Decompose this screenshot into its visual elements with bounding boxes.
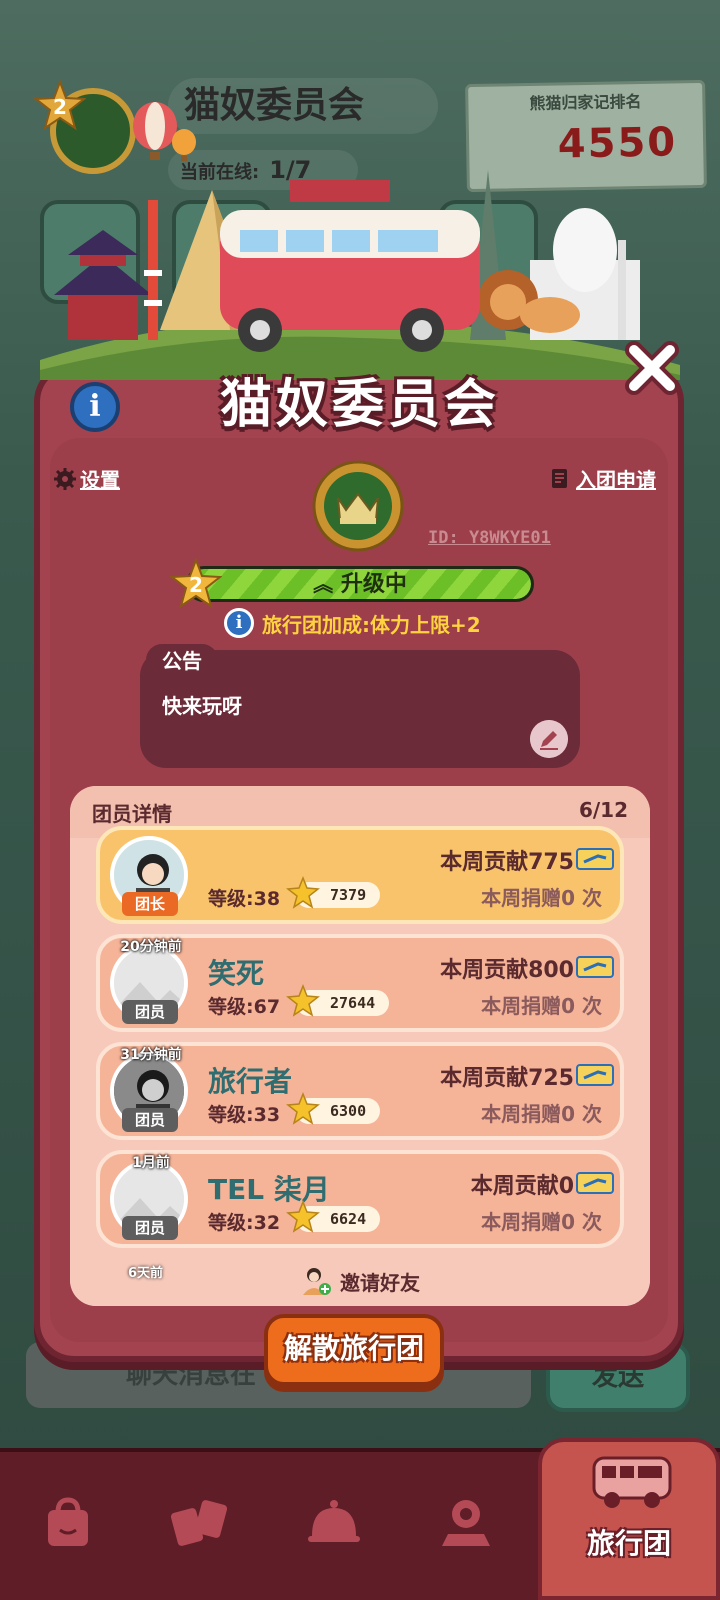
- weekly-contribution: 本周贡献725: [440, 1066, 574, 1091]
- weekly-donation: 本周捐赠0 次: [481, 886, 602, 910]
- weekly-contribution: 本周贡献775: [440, 850, 574, 875]
- ticket-icon: [576, 956, 614, 978]
- weekly-donation: 本周捐赠0 次: [481, 1210, 602, 1234]
- gear-icon: [54, 467, 76, 490]
- star-icon: [286, 1092, 320, 1125]
- bus-illustration: [220, 180, 480, 352]
- partial-last-seen: 6天前: [128, 1266, 164, 1281]
- bg-level-text: 2: [53, 95, 67, 119]
- nav-travel-team-label: 旅行团: [586, 1527, 671, 1560]
- team-bonus-text: 旅行团加成:体力上限+2: [262, 612, 481, 637]
- announcement-title: 公告: [146, 644, 218, 678]
- document-icon: [552, 468, 567, 488]
- level-up-chevron-icon: ︽: [313, 572, 334, 596]
- member-name: 旅行者: [208, 1065, 293, 1098]
- member-level: 等级:32: [208, 1212, 281, 1234]
- nav-travel-team[interactable]: 旅行团: [538, 1438, 720, 1600]
- level-status: ︽ 升级中: [189, 569, 531, 599]
- level-progress-bar: ︽ 升级中: [186, 566, 534, 602]
- info-icon[interactable]: i: [224, 608, 254, 638]
- pagoda-icon: [54, 230, 152, 340]
- bus-icon: [592, 1456, 672, 1508]
- join-requests-link[interactable]: 入团申请: [550, 464, 656, 493]
- travel-scene-illustration: [40, 170, 680, 380]
- member-name: 笑死: [208, 957, 265, 990]
- shop-bag-icon: [48, 1497, 88, 1546]
- star-icon: [286, 984, 320, 1017]
- announcement-panel: 公告 快来玩呀: [140, 644, 580, 768]
- star-icon: [286, 1200, 320, 1233]
- members-count: 6/12: [578, 798, 628, 822]
- member-row[interactable]: 1月前 团员 TEL 柒月 等级:32 6624 本周贡献0 本周捐赠0 次: [96, 1150, 624, 1248]
- map-icon: [442, 1500, 490, 1546]
- info-icon: i: [89, 389, 101, 424]
- nav-map[interactable]: [416, 1472, 516, 1572]
- last-seen: 31分钟前: [120, 1047, 182, 1063]
- announcement-text: 快来玩呀: [162, 694, 242, 718]
- team-id: ID: Y8WKYE01: [428, 528, 551, 548]
- info-button[interactable]: i: [70, 382, 120, 432]
- ticket-icon: [576, 1172, 614, 1194]
- level-status-text: 升级中: [340, 572, 407, 597]
- weekly-contribution: 本周贡献0: [470, 1174, 574, 1199]
- close-icon[interactable]: [622, 338, 682, 398]
- role-badge: 团员: [122, 1000, 178, 1024]
- settings-link[interactable]: 设置: [54, 464, 120, 493]
- member-row[interactable]: 31分钟前 团员 旅行者 等级:33 6300 本周贡献725 本周捐赠0 次: [96, 1042, 624, 1140]
- weekly-donation: 本周捐赠0 次: [481, 994, 602, 1018]
- level-star-badge: 2: [34, 80, 86, 131]
- member-level: 等级:33: [208, 1104, 281, 1126]
- ticket-icon: [576, 1064, 614, 1086]
- join-requests-label: 入团申请: [576, 468, 656, 492]
- crown-crest-icon: [312, 460, 404, 552]
- member-row[interactable]: 团长 等级:38 7379 本周贡献775 本周捐赠0 次: [96, 826, 624, 924]
- star-icon: [286, 876, 320, 909]
- member-row[interactable]: 20分钟前 团员 笑死 等级:67 27644 本周贡献800 本周捐赠0 次: [96, 934, 624, 1032]
- disband-team-button[interactable]: 解散旅行团: [264, 1314, 444, 1386]
- hot-air-balloon-icon: [133, 102, 196, 161]
- cards-icon: [170, 1500, 228, 1546]
- last-seen: 20分钟前: [120, 939, 182, 955]
- members-title: 团员详情: [92, 802, 172, 826]
- weekly-contribution: 本周贡献800: [440, 958, 574, 983]
- nav-shop[interactable]: [18, 1472, 118, 1572]
- weekly-donation: 本周捐赠0 次: [481, 1102, 602, 1126]
- nav-cards[interactable]: [150, 1472, 250, 1572]
- role-badge: 团员: [122, 1216, 178, 1240]
- bg-team-title: 猫奴委员会: [168, 78, 438, 134]
- tower-icon: [144, 200, 162, 340]
- last-seen: 1月前: [132, 1155, 170, 1171]
- invite-friends-label: 邀请好友: [340, 1270, 420, 1295]
- settings-label: 设置: [80, 468, 120, 492]
- add-friend-icon: [303, 1268, 331, 1295]
- team-bonus: i 旅行团加成:体力上限+2: [224, 608, 481, 638]
- members-panel[interactable]: 团员详情 6/12 团长 等级:38 7379 本周贡献775 本周捐赠0 次: [70, 786, 650, 1306]
- ticket-icon: [576, 848, 614, 870]
- role-badge: 团员: [122, 1108, 178, 1132]
- service-bell-icon: [308, 1500, 360, 1542]
- edit-pencil-icon[interactable]: [530, 720, 568, 758]
- member-level: 等级:67: [208, 996, 281, 1018]
- rank-label: 熊猫归家记排名: [529, 92, 642, 113]
- role-badge: 团长: [122, 892, 178, 916]
- member-level: 等级:38: [208, 888, 281, 910]
- nav-service[interactable]: [284, 1472, 384, 1572]
- level-star-icon: 2: [170, 558, 222, 609]
- level-star-text: 2: [189, 573, 203, 597]
